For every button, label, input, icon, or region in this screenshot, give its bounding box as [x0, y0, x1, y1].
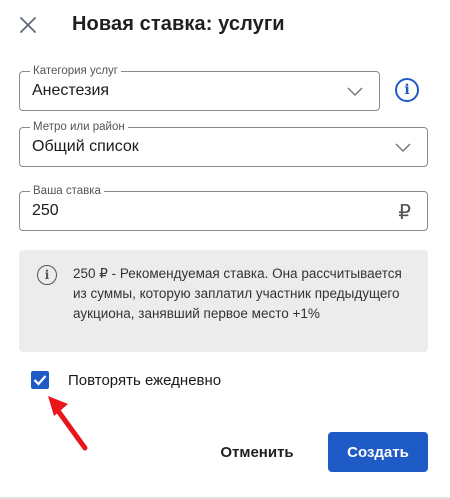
recommendation-info-box: i 250 ₽ - Рекомендуемая ставка. Она расс… — [19, 250, 428, 352]
close-button[interactable] — [14, 11, 42, 39]
bid-input[interactable]: Ваша ставка 250 ₽ — [19, 184, 428, 231]
category-select[interactable]: Категория услуг Анестезия — [19, 64, 380, 111]
metro-label: Метро или район — [30, 120, 128, 134]
create-button[interactable]: Создать — [328, 432, 428, 472]
repeat-daily-checkbox[interactable] — [31, 371, 49, 389]
cancel-button[interactable]: Отменить — [206, 432, 308, 472]
new-bid-dialog: Новая ставка: услуги Категория услуг Ане… — [0, 0, 450, 499]
red-arrow-annotation — [48, 396, 88, 451]
recommendation-text: 250 ₽ - Рекомендуемая ставка. Она рассчи… — [73, 266, 402, 321]
chevron-down-icon — [347, 87, 363, 97]
bid-value: 250 — [32, 202, 59, 219]
category-info-icon[interactable]: i — [395, 78, 419, 102]
ruble-icon: ₽ — [398, 202, 411, 224]
repeat-daily-label[interactable]: Повторять ежедневно — [68, 372, 221, 389]
metro-value: Общий список — [32, 138, 139, 155]
category-value: Анестезия — [32, 82, 110, 99]
close-icon — [20, 17, 36, 33]
dialog-title: Новая ставка: услуги — [72, 13, 285, 35]
checkmark-icon — [33, 375, 47, 386]
category-label: Категория услуг — [30, 64, 121, 78]
info-icon: i — [37, 265, 57, 285]
bid-label: Ваша ставка — [30, 184, 104, 198]
metro-select[interactable]: Метро или район Общий список — [19, 120, 428, 167]
chevron-down-icon — [395, 143, 411, 153]
